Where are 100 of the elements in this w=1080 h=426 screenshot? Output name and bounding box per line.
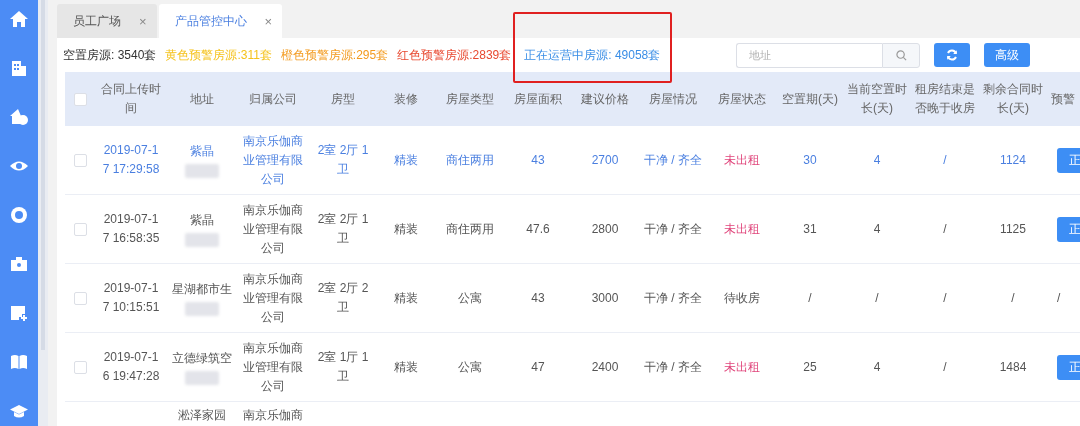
tab[interactable]: 产品管控中心 × bbox=[158, 4, 283, 38]
house-icon[interactable] bbox=[9, 107, 29, 127]
column-header: 预警 bbox=[1051, 90, 1075, 108]
table-cell-text: 4 bbox=[873, 220, 881, 238]
table-cell-text: 30 bbox=[803, 151, 817, 169]
table-cell-text: 公寓 bbox=[458, 358, 482, 376]
table-cell-text: 南京乐伽商业管理有限公司 bbox=[242, 132, 304, 188]
search-field[interactable]: 地址 bbox=[736, 42, 882, 68]
table-cell-text: / bbox=[808, 289, 812, 307]
status-text: 未出租 bbox=[724, 358, 760, 376]
document-icon[interactable] bbox=[9, 303, 29, 323]
table-cell-text: / bbox=[943, 289, 947, 307]
table-cell-text: 南京乐伽商业管理有限公司 bbox=[242, 201, 304, 257]
table-cell-text: / bbox=[943, 220, 947, 238]
home-icon[interactable] bbox=[9, 9, 29, 29]
table-cell-text: 立德绿筑空 bbox=[172, 350, 232, 367]
table-cell-text: 2室 2厅 1卫 bbox=[316, 142, 370, 178]
tab[interactable]: 员工广场 × bbox=[57, 4, 157, 38]
column-header: 归属公司 bbox=[249, 90, 297, 108]
status-text: 未出租 bbox=[724, 151, 760, 169]
table-cell-text: 47.6 bbox=[526, 220, 550, 238]
column-header: 房屋情况 bbox=[649, 90, 697, 108]
status-button[interactable]: 正 bbox=[1057, 216, 1080, 242]
table-cell-text: 紫晶 bbox=[190, 212, 214, 229]
checkbox[interactable] bbox=[73, 291, 87, 305]
search-button[interactable] bbox=[882, 42, 920, 68]
checkbox[interactable] bbox=[73, 92, 87, 106]
table-cell-text: 25 bbox=[803, 358, 817, 376]
table-cell-text: 紫晶 bbox=[190, 143, 214, 160]
table-cell-text: 干净 / 齐全 bbox=[644, 358, 702, 376]
table-cell-text: / bbox=[1011, 289, 1015, 307]
column-header: 租房结束是否晚于收房 bbox=[914, 81, 976, 117]
table-cell-text: 精装 bbox=[394, 151, 418, 169]
checkbox[interactable] bbox=[73, 222, 87, 236]
table-cell-text: 2019-07-17 17:29:58 bbox=[102, 142, 160, 178]
column-header: 房屋面积 bbox=[514, 90, 562, 108]
close-icon[interactable]: × bbox=[264, 13, 273, 29]
table-cell-text: 2700 bbox=[591, 151, 619, 169]
table-cell-text: 商住两用 bbox=[446, 151, 494, 169]
refresh-button[interactable] bbox=[934, 43, 970, 67]
table-cell-text: 南京乐伽商业管理有限公司 bbox=[242, 270, 304, 326]
table-cell-text: 43 bbox=[531, 151, 545, 169]
table-cell-text: 淞泽家园 bbox=[178, 407, 226, 424]
table-cell-text: 公寓 bbox=[458, 289, 482, 307]
table-cell-text: / bbox=[1057, 289, 1061, 307]
column-header: 建议价格 bbox=[581, 90, 629, 108]
column-header: 房屋状态 bbox=[718, 90, 766, 108]
search-icon bbox=[895, 49, 907, 61]
building-icon[interactable] bbox=[9, 58, 29, 78]
column-header: 合同上传时间 bbox=[100, 81, 162, 117]
table-cell-text: 1125 bbox=[1000, 220, 1026, 238]
table-row[interactable]: 2019-07-17 17:29:58 紫晶 南京乐伽商业管理有限公司 2室 2厅 1卫 精装 商住两用 43 2700 干净 / 齐全 未出租 30 4 / 1124 正 bbox=[65, 126, 1080, 195]
table-cell-text: 2019-07-17 10:15:51 bbox=[102, 280, 160, 316]
table-cell-text: 2室 2厅 2卫 bbox=[316, 280, 370, 316]
stat-text: 空置房源: 3540套 bbox=[63, 47, 157, 62]
table-cell-text: 南京乐伽商业管理有限公司 bbox=[242, 339, 304, 395]
column-header: 空置期(天) bbox=[782, 90, 838, 108]
table-cell-text: 精装 bbox=[394, 358, 418, 376]
checkbox[interactable] bbox=[73, 153, 87, 167]
table-cell-text: 4 bbox=[873, 358, 881, 376]
table-cell-text: 43 bbox=[531, 289, 545, 307]
table-cell-text: 干净 / 齐全 bbox=[644, 151, 702, 169]
advanced-button[interactable]: 高级 bbox=[984, 43, 1030, 67]
table-cell-text: / bbox=[943, 151, 947, 169]
table-cell-text: 精装 bbox=[394, 220, 418, 238]
table-cell-text: 2019-07-17 16:58:35 bbox=[102, 211, 160, 247]
table-cell-text: 31 bbox=[803, 220, 817, 238]
status-button[interactable]: 正 bbox=[1057, 147, 1080, 173]
table-cell-text: 精装 bbox=[394, 289, 418, 307]
table-cell-text: 1484 bbox=[999, 358, 1027, 376]
table-cell-text: / bbox=[943, 358, 947, 376]
stat-text: 橙色预警房源:295套 bbox=[280, 47, 389, 62]
table-cell-text: / bbox=[875, 289, 879, 307]
table-cell-text: 干净 / 齐全 bbox=[644, 289, 702, 307]
status-button[interactable]: 正 bbox=[1057, 354, 1080, 380]
table-cell-text: 4 bbox=[873, 151, 881, 169]
table-cell-text: 2室 1厅 1卫 bbox=[316, 349, 370, 385]
checkbox[interactable] bbox=[73, 360, 87, 374]
stat-text: 红色预警房源:2839套 bbox=[397, 47, 512, 62]
table-cell-text: 2400 bbox=[591, 358, 619, 376]
column-header: 房屋类型 bbox=[446, 90, 494, 108]
book-icon[interactable] bbox=[9, 352, 29, 372]
table-cell-text: 干净 / 齐全 bbox=[644, 220, 702, 238]
table-cell-text: 南京乐伽商 bbox=[243, 407, 303, 424]
stat-text: 正在运营中房源: 49058套 bbox=[524, 47, 661, 62]
close-icon[interactable]: × bbox=[139, 13, 147, 29]
table-cell-text: 商住两用 bbox=[446, 220, 494, 238]
column-header: 剩余合同时长(天) bbox=[982, 81, 1044, 117]
status-text: 未出租 bbox=[724, 220, 760, 238]
column-header: 地址 bbox=[190, 90, 214, 108]
table-cell-text: 2800 bbox=[591, 220, 619, 238]
stat-text: 黄色预警房源:311套 bbox=[165, 47, 272, 62]
table-cell-text: 3000 bbox=[591, 289, 619, 307]
table-cell-text: 2019-07-16 19:47:28 bbox=[102, 349, 160, 385]
table-cell-text: 47 bbox=[531, 358, 545, 376]
column-header: 当前空置时长(天) bbox=[846, 81, 908, 117]
table-cell-text: 2室 2厅 1卫 bbox=[316, 211, 370, 247]
column-header: 房型 bbox=[331, 90, 355, 108]
refresh-icon bbox=[946, 49, 958, 61]
table-row[interactable]: 2019-07-17 16:58:35 紫晶 南京乐伽商业管理有限公司 2室 2厅 1卫 精装 商住两用 47.6 2800 干净 / 齐全 未出租 31 4 / 1125 正 bbox=[65, 195, 1080, 264]
